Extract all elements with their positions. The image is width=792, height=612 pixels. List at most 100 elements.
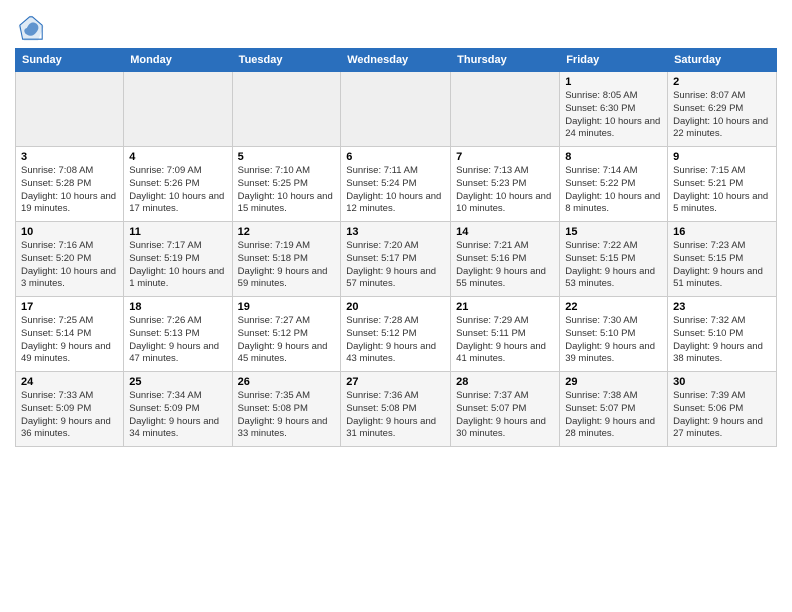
day-info: Sunrise: 7:27 AM Sunset: 5:12 PM Dayligh… [238,315,336,366]
calendar-cell [124,72,232,147]
day-info: Sunrise: 7:20 AM Sunset: 5:17 PM Dayligh… [346,240,445,291]
calendar-cell: 11Sunrise: 7:17 AM Sunset: 5:19 PM Dayli… [124,222,232,297]
calendar-header-saturday: Saturday [668,49,777,72]
day-number: 29 [565,376,662,388]
day-number: 13 [346,226,445,238]
calendar-cell: 24Sunrise: 7:33 AM Sunset: 5:09 PM Dayli… [16,372,124,447]
day-info: Sunrise: 7:09 AM Sunset: 5:26 PM Dayligh… [129,165,226,216]
calendar-cell: 29 Sunrise: 7:38 AM Sunset: 5:07 PM Dayli… [560,372,668,447]
calendar-cell: 16 Sunrise: 7:23 AM Sunset: 5:15 PM Dayli… [668,222,777,297]
day-info: Sunrise: 7:23 AM Sunset: 5:15 PM Dayligh… [673,240,771,291]
day-info: Sunrise: 8:07 AM Sunset: 6:29 PM Dayligh… [673,90,771,141]
calendar-cell: 26 Sunrise: 7:35 AM Sunset: 5:08 PM Dayli… [232,372,341,447]
calendar-cell: 5 Sunrise: 7:10 AM Sunset: 5:25 PM Daylig… [232,147,341,222]
day-number: 8 [565,151,662,163]
day-number: 20 [346,301,445,313]
day-number: 5 [238,151,336,163]
calendar-week-row: 10 Sunrise: 7:16 AM Sunset: 5:20 PM Dayli… [16,222,777,297]
day-info: Sunrise: 7:36 AM Sunset: 5:08 PM Dayligh… [346,390,445,441]
day-number: 27 [346,376,445,388]
calendar-cell: 2 Sunrise: 8:07 AM Sunset: 6:29 PM Daylig… [668,72,777,147]
day-info: Sunrise: 7:08 AM Sunset: 5:28 PM Dayligh… [21,165,118,216]
calendar-week-row: 24Sunrise: 7:33 AM Sunset: 5:09 PM Dayli… [16,372,777,447]
day-info: Sunrise: 7:29 AM Sunset: 5:11 PM Dayligh… [456,315,554,366]
day-number: 22 [565,301,662,313]
day-number: 16 [673,226,771,238]
day-info: Sunrise: 7:39 AM Sunset: 5:06 PM Dayligh… [673,390,771,441]
calendar-cell: 9 Sunrise: 7:15 AM Sunset: 5:21 PM Daylig… [668,147,777,222]
calendar-header-wednesday: Wednesday [341,49,451,72]
day-number: 25 [129,376,226,388]
day-info: Sunrise: 7:16 AM Sunset: 5:20 PM Dayligh… [21,240,118,291]
calendar-week-row: 1 Sunrise: 8:05 AM Sunset: 6:30 PM Daylig… [16,72,777,147]
calendar-cell: 23 Sunrise: 7:32 AM Sunset: 5:10 PM Dayli… [668,297,777,372]
calendar-cell: 13 Sunrise: 7:20 AM Sunset: 5:17 PM Dayli… [341,222,451,297]
logo [15,14,45,42]
day-number: 15 [565,226,662,238]
calendar-cell: 30 Sunrise: 7:39 AM Sunset: 5:06 PM Dayli… [668,372,777,447]
calendar-cell: 6 Sunrise: 7:11 AM Sunset: 5:24 PM Daylig… [341,147,451,222]
calendar-cell: 15Sunrise: 7:22 AM Sunset: 5:15 PM Dayli… [560,222,668,297]
day-number: 23 [673,301,771,313]
day-info: Sunrise: 7:13 AM Sunset: 5:23 PM Dayligh… [456,165,554,216]
calendar-cell: 19 Sunrise: 7:27 AM Sunset: 5:12 PM Dayli… [232,297,341,372]
day-number: 2 [673,76,771,88]
day-number: 14 [456,226,554,238]
calendar-cell [232,72,341,147]
calendar-week-row: 17Sunrise: 7:25 AM Sunset: 5:14 PM Dayli… [16,297,777,372]
logo-icon [17,14,45,42]
calendar-header-monday: Monday [124,49,232,72]
day-info: Sunrise: 7:32 AM Sunset: 5:10 PM Dayligh… [673,315,771,366]
day-info: Sunrise: 7:30 AM Sunset: 5:10 PM Dayligh… [565,315,662,366]
day-info: Sunrise: 7:37 AM Sunset: 5:07 PM Dayligh… [456,390,554,441]
day-number: 26 [238,376,336,388]
day-number: 6 [346,151,445,163]
calendar-cell: 22 Sunrise: 7:30 AM Sunset: 5:10 PM Dayli… [560,297,668,372]
day-info: Sunrise: 7:34 AM Sunset: 5:09 PM Dayligh… [129,390,226,441]
day-info: Sunrise: 7:28 AM Sunset: 5:12 PM Dayligh… [346,315,445,366]
day-number: 21 [456,301,554,313]
calendar-cell: 25 Sunrise: 7:34 AM Sunset: 5:09 PM Dayli… [124,372,232,447]
calendar-cell: 4Sunrise: 7:09 AM Sunset: 5:26 PM Daylig… [124,147,232,222]
calendar-week-row: 3Sunrise: 7:08 AM Sunset: 5:28 PM Daylig… [16,147,777,222]
calendar-cell: 1 Sunrise: 8:05 AM Sunset: 6:30 PM Daylig… [560,72,668,147]
calendar-cell: 10 Sunrise: 7:16 AM Sunset: 5:20 PM Dayli… [16,222,124,297]
day-number: 10 [21,226,118,238]
day-info: Sunrise: 7:10 AM Sunset: 5:25 PM Dayligh… [238,165,336,216]
day-info: Sunrise: 8:05 AM Sunset: 6:30 PM Dayligh… [565,90,662,141]
day-info: Sunrise: 7:33 AM Sunset: 5:09 PM Dayligh… [21,390,118,441]
calendar-cell: 12 Sunrise: 7:19 AM Sunset: 5:18 PM Dayli… [232,222,341,297]
calendar-header-row: SundayMondayTuesdayWednesdayThursdayFrid… [16,49,777,72]
day-info: Sunrise: 7:19 AM Sunset: 5:18 PM Dayligh… [238,240,336,291]
day-info: Sunrise: 7:14 AM Sunset: 5:22 PM Dayligh… [565,165,662,216]
day-number: 7 [456,151,554,163]
calendar-header-sunday: Sunday [16,49,124,72]
calendar-cell: 18 Sunrise: 7:26 AM Sunset: 5:13 PM Dayli… [124,297,232,372]
header [15,10,777,42]
day-info: Sunrise: 7:35 AM Sunset: 5:08 PM Dayligh… [238,390,336,441]
calendar-cell: 20 Sunrise: 7:28 AM Sunset: 5:12 PM Dayli… [341,297,451,372]
day-info: Sunrise: 7:38 AM Sunset: 5:07 PM Dayligh… [565,390,662,441]
day-number: 1 [565,76,662,88]
day-number: 19 [238,301,336,313]
day-number: 30 [673,376,771,388]
calendar-cell: 28 Sunrise: 7:37 AM Sunset: 5:07 PM Dayli… [451,372,560,447]
day-number: 11 [129,226,226,238]
day-info: Sunrise: 7:26 AM Sunset: 5:13 PM Dayligh… [129,315,226,366]
day-number: 28 [456,376,554,388]
calendar-cell: 21 Sunrise: 7:29 AM Sunset: 5:11 PM Dayli… [451,297,560,372]
day-number: 9 [673,151,771,163]
calendar-cell: 17Sunrise: 7:25 AM Sunset: 5:14 PM Dayli… [16,297,124,372]
day-info: Sunrise: 7:21 AM Sunset: 5:16 PM Dayligh… [456,240,554,291]
calendar-cell [16,72,124,147]
day-number: 12 [238,226,336,238]
day-info: Sunrise: 7:11 AM Sunset: 5:24 PM Dayligh… [346,165,445,216]
calendar-header-friday: Friday [560,49,668,72]
calendar-cell: 14 Sunrise: 7:21 AM Sunset: 5:16 PM Dayli… [451,222,560,297]
day-number: 18 [129,301,226,313]
day-number: 17 [21,301,118,313]
day-info: Sunrise: 7:15 AM Sunset: 5:21 PM Dayligh… [673,165,771,216]
calendar-cell: 27 Sunrise: 7:36 AM Sunset: 5:08 PM Dayli… [341,372,451,447]
calendar-cell [451,72,560,147]
calendar-cell: 3Sunrise: 7:08 AM Sunset: 5:28 PM Daylig… [16,147,124,222]
